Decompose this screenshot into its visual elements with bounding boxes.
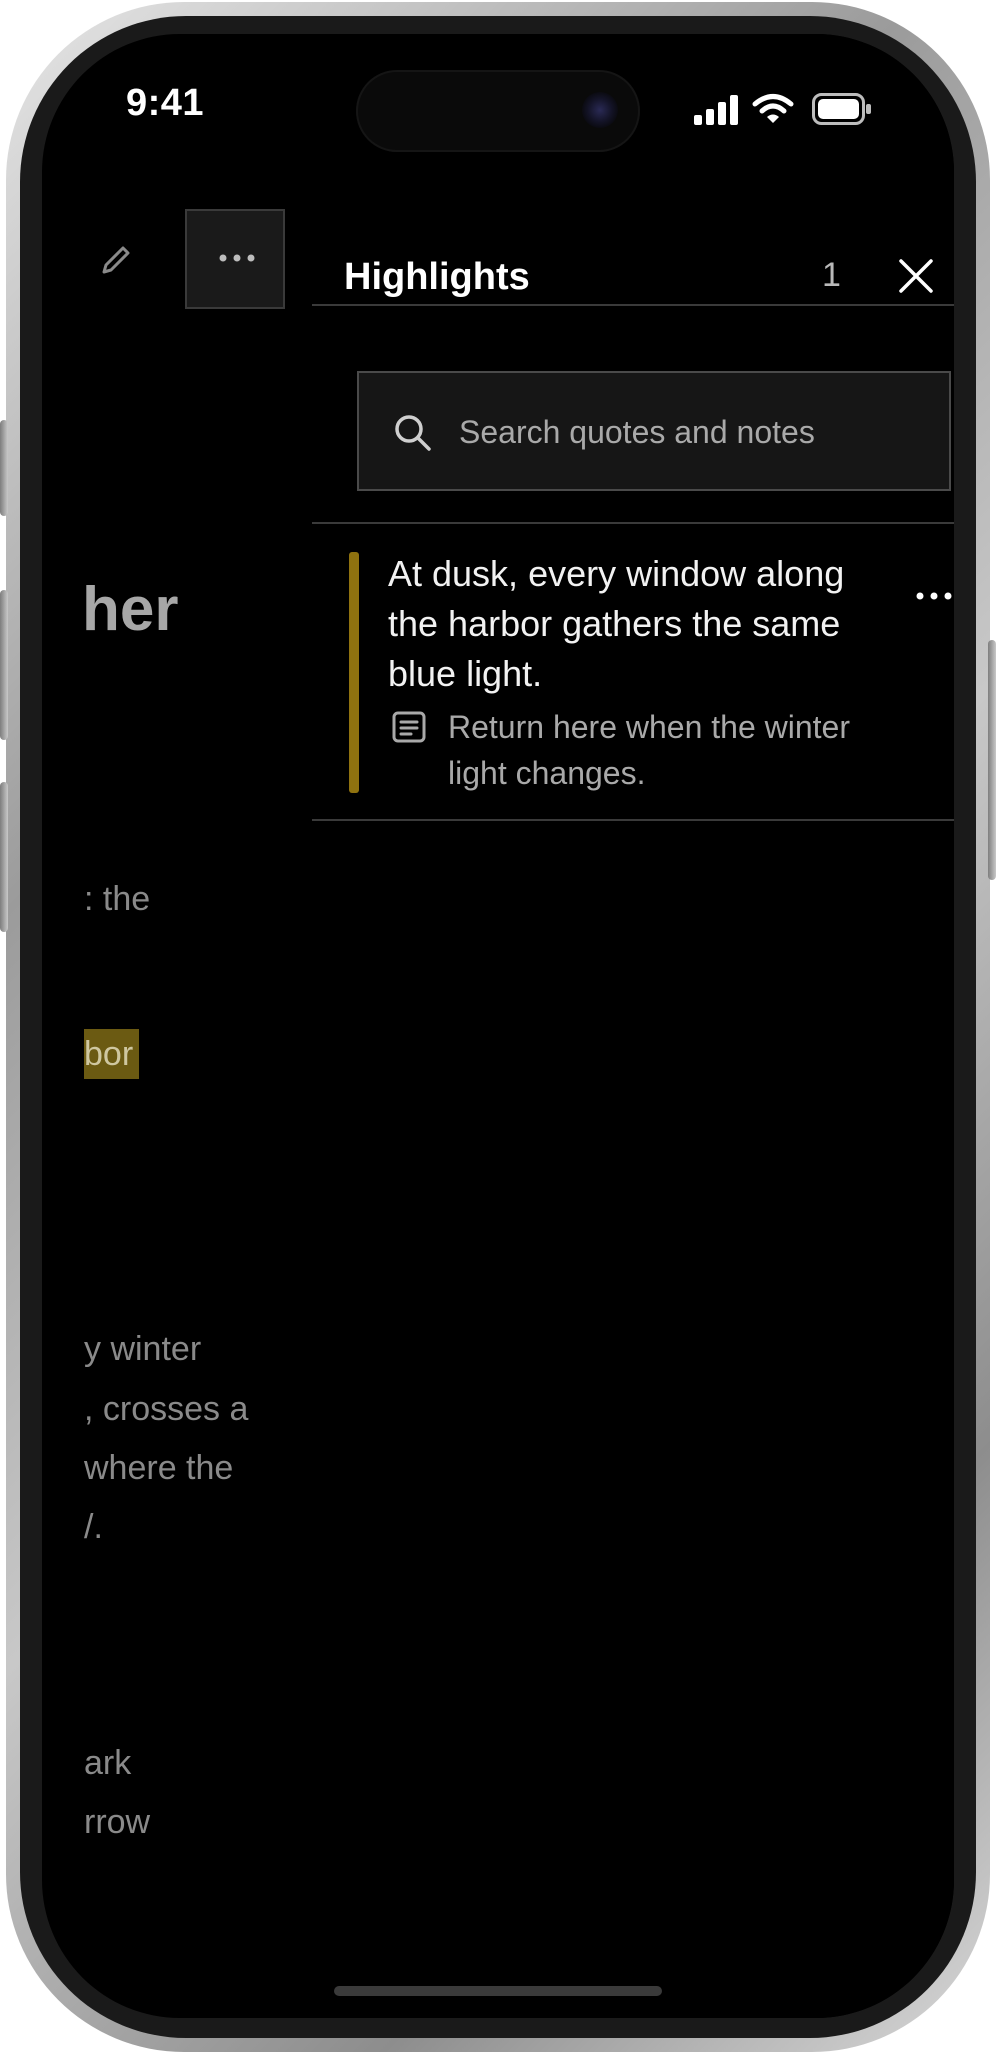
article-more-button[interactable] bbox=[185, 209, 285, 309]
pencil-icon[interactable] bbox=[98, 242, 134, 283]
close-icon[interactable] bbox=[892, 252, 940, 300]
action-button bbox=[0, 420, 8, 516]
panel-title: Highlights bbox=[344, 256, 530, 298]
highlight-color-bar bbox=[349, 552, 359, 793]
wifi-icon bbox=[752, 93, 794, 130]
highlight-item[interactable]: At dusk, every window along the harbor g… bbox=[312, 524, 954, 820]
home-indicator[interactable] bbox=[334, 1986, 662, 1996]
highlight-count: 1 bbox=[822, 256, 841, 294]
battery-icon bbox=[812, 93, 872, 130]
article-line: , crosses a bbox=[84, 1390, 249, 1428]
volume-up-button bbox=[0, 590, 8, 740]
power-button bbox=[988, 640, 996, 880]
note-icon bbox=[392, 711, 426, 748]
status-time: 9:41 bbox=[126, 82, 205, 124]
highlight-quote: At dusk, every window along the harbor g… bbox=[388, 553, 845, 694]
article-title-fragment: her bbox=[82, 575, 179, 644]
cellular-signal-icon bbox=[694, 95, 740, 130]
article-line: ark bbox=[84, 1744, 132, 1782]
article-line: /. bbox=[84, 1508, 103, 1546]
search-input[interactable] bbox=[457, 403, 931, 461]
article-line: where the bbox=[84, 1449, 234, 1487]
article-highlight-fragment[interactable]: bor bbox=[84, 1029, 140, 1079]
screen: her : the bor y winter , crosses a where… bbox=[42, 34, 954, 2018]
highlights-panel: Highlights 1 At dusk, every window along… bbox=[312, 34, 954, 2018]
search-icon bbox=[393, 413, 433, 458]
article-background: her : the bor y winter , crosses a where… bbox=[42, 34, 285, 2018]
article-line: rrow bbox=[84, 1803, 151, 1841]
item-divider bbox=[312, 819, 954, 821]
article-line: y winter bbox=[84, 1330, 202, 1368]
ellipsis-icon bbox=[217, 251, 257, 270]
ellipsis-icon[interactable] bbox=[912, 582, 954, 610]
volume-down-button bbox=[0, 782, 8, 932]
camera-icon bbox=[582, 92, 618, 128]
highlight-note: Return here when the winter light change… bbox=[448, 709, 850, 791]
article-line: : the bbox=[84, 880, 151, 918]
search-box bbox=[357, 371, 951, 491]
header-divider bbox=[312, 304, 954, 306]
